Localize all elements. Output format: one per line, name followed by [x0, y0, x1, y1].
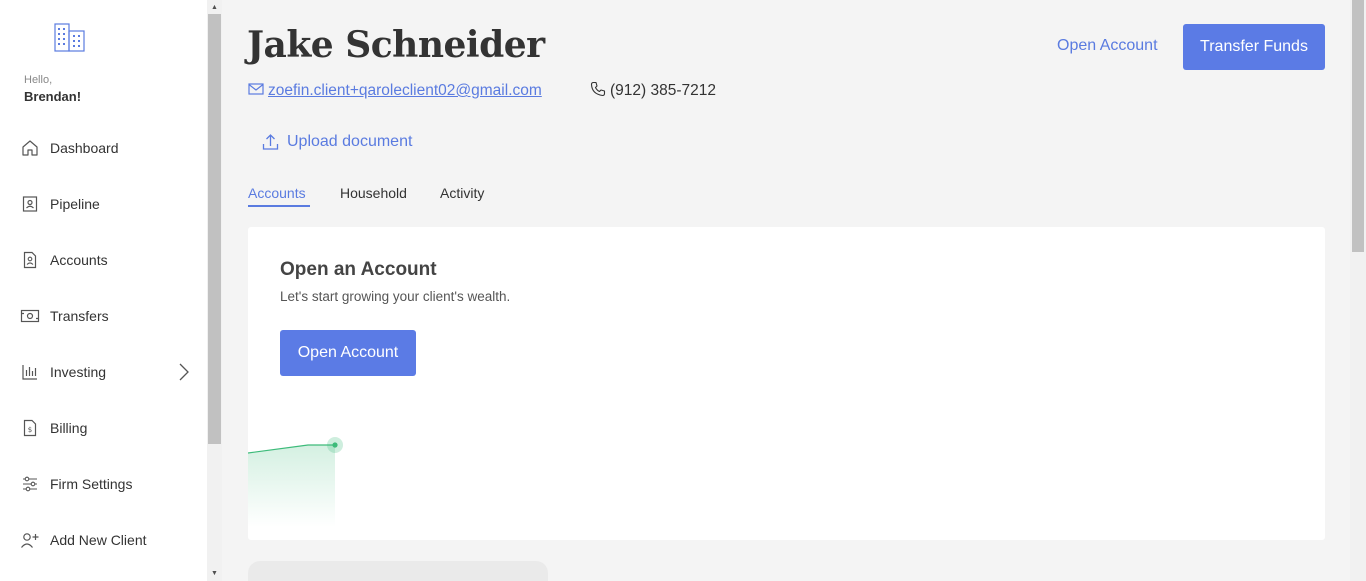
- scroll-up-arrow-icon[interactable]: ▲: [207, 0, 222, 14]
- billing-icon: $: [20, 418, 40, 438]
- sidebar-item-label: Firm Settings: [50, 476, 133, 492]
- main-content: Jake Schneider Open Account Transfer Fun…: [222, 0, 1350, 581]
- sidebar: Hello, Brendan! Dashboard Pipeline Accou…: [0, 0, 207, 581]
- sidebar-item-label: Dashboard: [50, 140, 119, 156]
- sidebar-scrollbar[interactable]: ▲ ▼: [207, 0, 222, 581]
- sidebar-item-label: Transfers: [50, 308, 109, 324]
- scrollbar-thumb[interactable]: [208, 14, 221, 444]
- sidebar-item-billing[interactable]: $ Billing: [0, 408, 207, 448]
- email-link[interactable]: zoefin.client+qaroleclient02@gmail.com: [268, 82, 542, 100]
- greeting-text: Hello,: [24, 74, 53, 86]
- phone-number: (912) 385-7212: [610, 82, 716, 99]
- home-icon: [20, 138, 40, 158]
- svg-text:$: $: [28, 426, 32, 434]
- next-card-placeholder: [248, 561, 548, 581]
- tab-accounts[interactable]: Accounts: [248, 185, 306, 201]
- mail-icon: [248, 82, 264, 101]
- transfer-funds-button[interactable]: Transfer Funds: [1183, 24, 1325, 70]
- page-scrollbar[interactable]: [1350, 0, 1366, 581]
- scroll-down-arrow-icon[interactable]: ▼: [207, 566, 222, 580]
- sidebar-item-label: Accounts: [50, 252, 108, 268]
- sidebar-item-transfers[interactable]: Transfers: [0, 296, 207, 336]
- chevron-right-icon[interactable]: [176, 362, 192, 382]
- upload-document-label: Upload document: [287, 133, 413, 150]
- card-subtitle: Let's start growing your client's wealth…: [280, 289, 511, 304]
- sidebar-item-label: Add New Client: [50, 532, 147, 548]
- sidebar-item-pipeline[interactable]: Pipeline: [0, 184, 207, 224]
- sidebar-item-investing[interactable]: Investing: [0, 352, 207, 392]
- client-name-heading: Jake Schneider: [247, 24, 545, 66]
- client-email[interactable]: zoefin.client+qaroleclient02@gmail.com: [248, 80, 542, 102]
- sidebar-item-dashboard[interactable]: Dashboard: [0, 128, 207, 168]
- sidebar-item-label: Pipeline: [50, 196, 100, 212]
- open-account-link[interactable]: Open Account: [1057, 37, 1158, 55]
- sidebar-item-firm-settings[interactable]: Firm Settings: [0, 464, 207, 504]
- investing-icon: [20, 362, 40, 382]
- sliders-icon: [20, 474, 40, 494]
- transfers-icon: [20, 306, 40, 326]
- tab-activity[interactable]: Activity: [440, 185, 484, 201]
- tab-household[interactable]: Household: [340, 185, 407, 201]
- growth-chart-illustration: [248, 437, 343, 527]
- sidebar-item-label: Billing: [50, 420, 88, 436]
- open-account-button[interactable]: Open Account: [280, 330, 416, 376]
- open-account-card: Open an Account Let's start growing your…: [248, 227, 1325, 540]
- pipeline-icon: [20, 194, 40, 214]
- card-title: Open an Account: [280, 259, 437, 280]
- client-phone[interactable]: (912) 385-7212: [590, 80, 716, 102]
- sidebar-item-accounts[interactable]: Accounts: [0, 240, 207, 280]
- sidebar-item-add-new-client[interactable]: Add New Client: [0, 520, 207, 560]
- upload-document-button[interactable]: Upload document: [262, 131, 412, 153]
- accounts-icon: [20, 250, 40, 270]
- phone-icon: [590, 81, 606, 102]
- upload-icon: [262, 134, 279, 150]
- sidebar-item-label: Investing: [50, 364, 107, 380]
- buildings-logo-icon[interactable]: [54, 22, 86, 52]
- add-user-icon: [20, 530, 40, 550]
- scrollbar-thumb[interactable]: [1352, 0, 1364, 252]
- user-name: Brendan!: [24, 89, 82, 104]
- active-tab-indicator: [248, 205, 310, 207]
